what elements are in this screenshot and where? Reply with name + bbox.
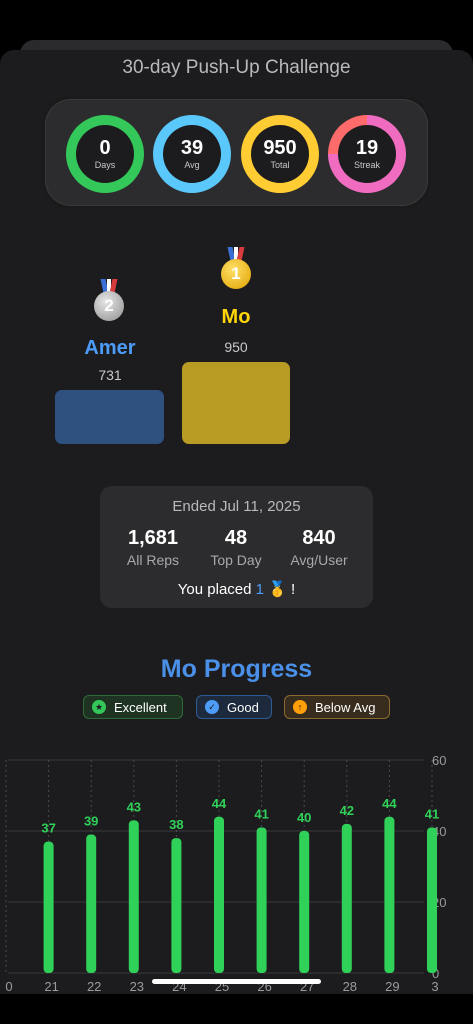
first-place-score: 950 <box>224 339 248 355</box>
chart-bar <box>427 827 437 973</box>
second-place-bar <box>55 390 164 444</box>
x-tick-label: 0 <box>5 979 12 994</box>
total-ring: 950 Total <box>241 115 319 193</box>
second-place-score: 731 <box>98 367 122 383</box>
stat-label: All Reps <box>126 552 180 568</box>
total-value: 950 <box>263 137 297 159</box>
data-label: 44 <box>382 796 397 811</box>
chart-bar <box>86 834 97 973</box>
stat-label: Top Day <box>210 552 262 568</box>
x-tick-label: 3 <box>431 979 438 994</box>
data-label: 41 <box>425 806 439 821</box>
stat-value: 840 <box>302 527 336 549</box>
stat-label: Avg/User <box>290 552 348 568</box>
challenge-summary-card: Ended Jul 11, 2025 1,681 All Reps 48 Top… <box>100 486 373 608</box>
days-label: Days <box>94 160 116 170</box>
x-tick-label: 21 <box>44 979 58 994</box>
days-value: 0 <box>99 137 111 159</box>
legend-excellent[interactable]: ★ Excellent <box>83 695 183 719</box>
total-label: Total <box>270 160 290 170</box>
legend-label: Below Avg <box>315 699 376 715</box>
placement-text: You placed 1 🥇 ! <box>100 580 373 598</box>
streak-label: Streak <box>353 160 380 170</box>
chart-bar <box>43 841 54 973</box>
star-icon: ★ <box>92 700 106 714</box>
data-label: 40 <box>297 810 311 825</box>
placed-suffix: ! <box>291 581 296 598</box>
check-icon: ✓ <box>205 700 219 714</box>
gold-medal-icon: 1 <box>221 247 251 289</box>
chart-bar <box>384 816 395 973</box>
stat-top-day: 48 Top Day <box>191 527 281 568</box>
avg-label: Avg <box>184 160 200 170</box>
first-place-bar <box>182 362 290 444</box>
challenge-sheet: 30-day Push-Up Challenge 0 Days 39 Avg 950… <box>0 50 473 994</box>
data-label: 42 <box>340 803 354 818</box>
chart-bar <box>128 820 139 973</box>
data-label: 39 <box>84 814 98 829</box>
second-place-name: Amer <box>84 337 136 359</box>
chart-bar <box>341 823 352 973</box>
gold-medal-icon: 🥇 <box>268 581 287 598</box>
legend-good[interactable]: ✓ Good <box>196 695 272 719</box>
y-tick-label: 60 <box>432 753 446 768</box>
ended-date: Ended Jul 11, 2025 <box>172 498 301 515</box>
data-label: 38 <box>169 817 183 832</box>
streak-ring: 19 Streak <box>328 115 406 193</box>
silver-medal-icon: 2 <box>94 279 124 321</box>
x-tick-label: 28 <box>343 979 357 994</box>
chart-bar <box>256 827 267 973</box>
legend-below-avg[interactable]: ↑ Below Avg <box>284 695 390 719</box>
placed-rank: 1 <box>255 581 264 598</box>
chart-bar <box>171 838 182 973</box>
stat-value: 1,681 <box>127 527 179 549</box>
stat-avg-user: 840 Avg/User <box>274 527 364 568</box>
stats-rings-card: 0 Days 39 Avg 950 Total 19 Streak <box>45 99 428 206</box>
data-label: 37 <box>41 821 55 836</box>
days-ring: 0 Days <box>66 115 144 193</box>
progress-title: Mo Progress <box>160 655 313 683</box>
avg-ring: 39 Avg <box>153 115 231 193</box>
avg-value: 39 <box>180 137 204 159</box>
data-label: 43 <box>127 799 141 814</box>
legend-label: Excellent <box>114 699 167 715</box>
first-place-name: Mo <box>221 306 251 328</box>
progress-chart[interactable]: 0204060037213922432338244425412640274228… <box>0 753 473 994</box>
chart-bar <box>299 831 310 973</box>
placed-prefix: You placed <box>177 581 252 598</box>
stat-value: 48 <box>224 527 248 549</box>
legend-label: Good <box>227 699 259 715</box>
data-label: 41 <box>254 806 268 821</box>
chart-bar <box>214 816 224 973</box>
x-tick-label: 22 <box>87 979 101 994</box>
home-indicator[interactable] <box>152 979 321 984</box>
data-label: 44 <box>212 796 227 811</box>
arrow-up-icon: ↑ <box>293 700 307 714</box>
streak-value: 19 <box>355 137 379 159</box>
stat-all-reps: 1,681 All Reps <box>108 527 198 568</box>
x-tick-label: 23 <box>130 979 144 994</box>
x-tick-label: 29 <box>385 979 399 994</box>
page-title: 30-day Push-Up Challenge <box>122 57 351 78</box>
